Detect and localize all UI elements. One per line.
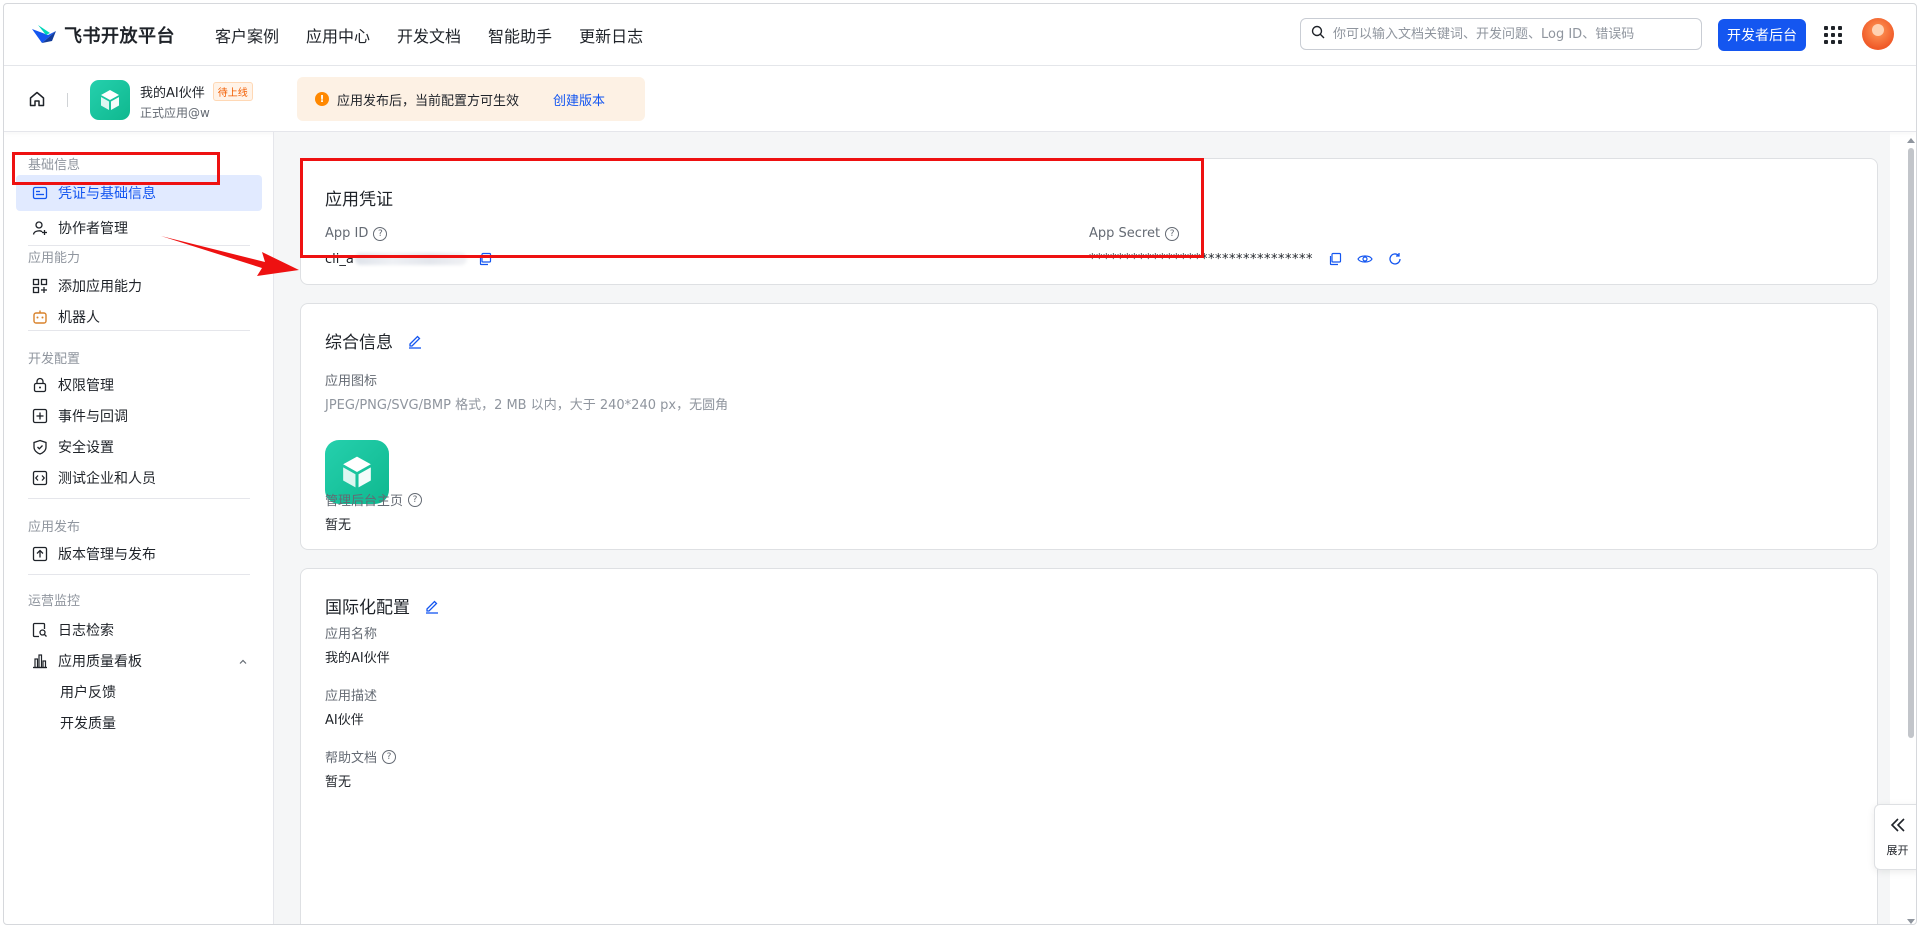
nav-links: 客户案例 应用中心 开发文档 智能助手 更新日志 <box>215 23 670 47</box>
home-icon[interactable] <box>28 90 46 108</box>
sidebar-item-label: 添加应用能力 <box>58 279 142 295</box>
general-info-card: 综合信息 应用图标 JPEG/PNG/SVG/BMP 格式，2 MB 以内，大于… <box>300 303 1878 550</box>
app-cube-icon <box>90 80 130 120</box>
user-add-icon <box>32 220 48 236</box>
sidebar-item-versions[interactable]: 版本管理与发布 <box>16 536 262 572</box>
help-icon[interactable]: ? <box>408 492 423 507</box>
sidebar-item-label: 权限管理 <box>58 378 114 394</box>
code-icon <box>32 470 48 486</box>
bar-chart-icon <box>32 653 48 669</box>
i18n-title: 国际化配置 <box>325 593 440 618</box>
help-doc-label-text: 帮助文档 <box>325 751 378 766</box>
top-nav: 飞书开放平台 客户案例 应用中心 开发文档 智能助手 更新日志 开发者后台 <box>4 4 1916 66</box>
app-type: 正式应用@w <box>140 106 210 120</box>
annotation-highlight-sidebar <box>12 152 220 185</box>
sidebar-item-label: 机器人 <box>58 310 100 326</box>
status-badge: 待上线 <box>212 82 253 101</box>
nav-link-customer-cases[interactable]: 客户案例 <box>215 23 279 47</box>
nav-link-app-center[interactable]: 应用中心 <box>306 23 370 47</box>
expand-panel-button[interactable]: 展开 <box>1874 804 1916 870</box>
sidebar-item-label: 事件与回调 <box>58 409 128 425</box>
app-desc-value: AI伙伴 <box>325 713 364 728</box>
annotation-highlight-credentials <box>300 158 1204 258</box>
i18n-title-text: 国际化配置 <box>325 598 410 618</box>
log-search-icon <box>32 622 48 638</box>
app-icon-label: 应用图标 <box>325 374 378 389</box>
shield-icon <box>32 439 48 455</box>
developer-console-button[interactable]: 开发者后台 <box>1718 19 1806 51</box>
i18n-card: 国际化配置 应用名称 我的AI伙伴 应用描述 AI伙伴 帮助文档 ? 暂无 <box>300 568 1878 924</box>
event-icon <box>32 408 48 424</box>
upload-icon <box>32 546 48 562</box>
sidebar-group-dev-config: 开发配置 <box>28 352 81 367</box>
admin-home-label: 管理后台主页 ? <box>325 490 423 509</box>
app-title: 我的AI伙伴 待上线 <box>140 82 253 101</box>
id-card-icon <box>32 185 48 201</box>
sidebar-item-label: 协作者管理 <box>58 221 128 237</box>
apps-add-icon <box>32 278 48 294</box>
scroll-up-arrow[interactable] <box>1907 138 1915 143</box>
app-header: 我的AI伙伴 待上线 正式应用@w ! 应用发布后，当前配置方可生效 创建版本 <box>4 66 1916 132</box>
create-version-link[interactable]: 创建版本 <box>553 90 605 109</box>
app-grid-icon[interactable] <box>1824 26 1842 44</box>
scrollbar-thumb[interactable] <box>1908 148 1914 738</box>
sidebar-item-label: 应用质量看板 <box>58 654 142 670</box>
nav-link-changelog[interactable]: 更新日志 <box>579 23 643 47</box>
sidebar-item-test-tenant[interactable]: 测试企业和人员 <box>16 460 262 496</box>
search-input[interactable] <box>1333 26 1693 42</box>
sidebar-group-capability: 应用能力 <box>28 251 81 266</box>
sidebar-item-label: 版本管理与发布 <box>58 547 156 563</box>
general-info-title-text: 综合信息 <box>325 333 393 353</box>
edit-icon[interactable] <box>424 598 440 614</box>
nav-link-dev-docs[interactable]: 开发文档 <box>397 23 461 47</box>
sidebar-item-label: 凭证与基础信息 <box>58 186 156 202</box>
app-desc-label: 应用描述 <box>325 689 378 704</box>
copy-icon[interactable] <box>1327 251 1343 267</box>
publish-notice: ! 应用发布后，当前配置方可生效 创建版本 <box>297 77 645 121</box>
expand-label: 展开 <box>1886 844 1909 857</box>
general-info-title: 综合信息 <box>325 328 423 353</box>
scroll-down-arrow[interactable] <box>1907 919 1915 924</box>
edit-icon[interactable] <box>407 333 423 349</box>
search-box[interactable] <box>1300 18 1702 50</box>
divider <box>28 574 250 575</box>
brand-name: 飞书开放平台 <box>64 25 175 47</box>
app-name-value: 我的AI伙伴 <box>325 651 390 666</box>
double-chevron-left-icon <box>1889 816 1907 838</box>
app-icon-hint: JPEG/PNG/SVG/BMP 格式，2 MB 以内，大于 240*240 p… <box>325 398 729 413</box>
divider <box>28 330 250 331</box>
sidebar-group-monitoring: 运营监控 <box>28 594 81 609</box>
help-icon[interactable]: ? <box>382 749 397 764</box>
refresh-icon[interactable] <box>1387 251 1403 267</box>
sidebar-group-publish: 应用发布 <box>28 520 81 535</box>
feishu-logo-icon <box>30 23 58 47</box>
notice-text: 应用发布后，当前配置方可生效 <box>337 93 520 109</box>
warning-icon: ! <box>315 92 329 106</box>
lock-icon <box>32 377 48 393</box>
nav-link-assistant[interactable]: 智能助手 <box>488 23 552 47</box>
admin-home-value: 暂无 <box>325 518 352 533</box>
brand-logo[interactable]: 飞书开放平台 <box>30 22 175 48</box>
divider <box>67 93 68 107</box>
sidebar-item-label: 测试企业和人员 <box>58 471 156 487</box>
eye-icon[interactable] <box>1357 251 1373 267</box>
divider <box>28 498 250 499</box>
app-window: 飞书开放平台 客户案例 应用中心 开发文档 智能助手 更新日志 开发者后台 <box>3 3 1917 925</box>
user-avatar[interactable] <box>1862 18 1894 50</box>
sidebar-item-label: 日志检索 <box>58 623 114 639</box>
robot-icon <box>32 309 48 325</box>
app-name-label: 应用名称 <box>325 627 378 642</box>
sidebar-item-dev-quality[interactable]: 开发质量 <box>16 705 262 741</box>
annotation-arrow <box>161 236 299 276</box>
app-name-text: 我的AI伙伴 <box>140 86 205 101</box>
help-doc-value: 暂无 <box>325 775 352 790</box>
help-doc-label: 帮助文档 ? <box>325 747 397 766</box>
sidebar-item-label: 安全设置 <box>58 440 114 456</box>
search-icon <box>1311 25 1325 43</box>
chevron-up-icon[interactable] <box>238 655 248 665</box>
admin-home-label-text: 管理后台主页 <box>325 494 404 509</box>
